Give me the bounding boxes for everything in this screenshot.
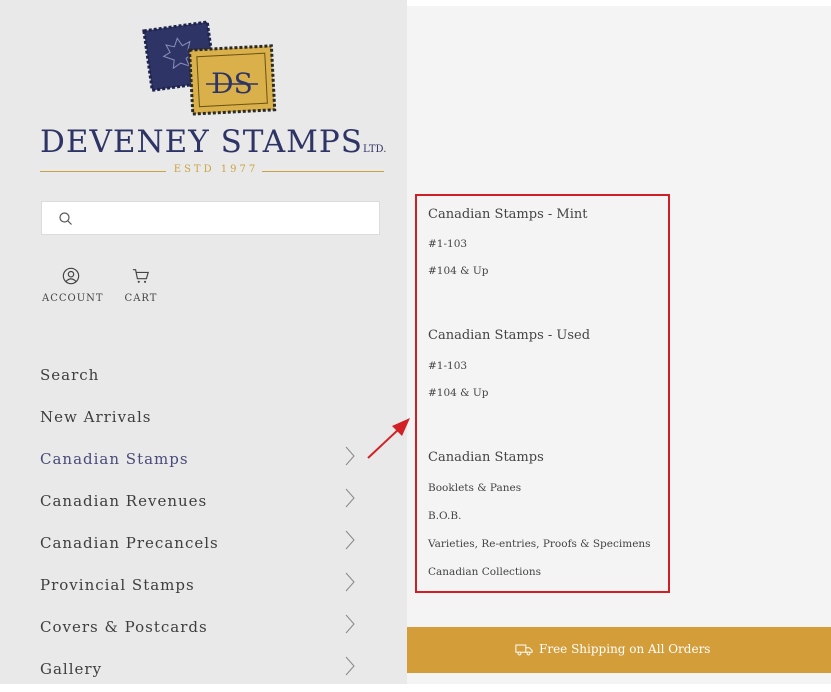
menu-item-canadian-revenues[interactable]: Canadian Revenues bbox=[40, 482, 370, 524]
account-icon bbox=[62, 267, 80, 285]
submenu-canadian-stamps: Canadian Stamps - Mint #1-103 #104 & Up … bbox=[415, 194, 670, 593]
menu-item-label: New Arrivals bbox=[40, 408, 152, 426]
chevron-right-icon bbox=[345, 488, 355, 508]
annotation-arrow-icon bbox=[367, 418, 410, 459]
brand-established: ESTD 1977 bbox=[40, 164, 384, 178]
cart-label: CART bbox=[124, 293, 158, 304]
menu-item-label: Canadian Precancels bbox=[40, 534, 219, 552]
submenu-heading[interactable]: Canadian Stamps - Used bbox=[428, 328, 590, 343]
brand-name: DEVENEY STAMPSLTD. bbox=[40, 124, 400, 160]
search-field[interactable] bbox=[41, 201, 380, 235]
chevron-right-icon bbox=[345, 572, 355, 592]
submenu-link[interactable]: Varieties, Re-entries, Proofs & Specimen… bbox=[428, 538, 651, 550]
truck-icon bbox=[515, 644, 533, 656]
established-text: ESTD 1977 bbox=[173, 164, 259, 175]
menu-item-label: Gallery bbox=[40, 660, 103, 678]
menu-item-gallery[interactable]: Gallery bbox=[40, 650, 370, 692]
chevron-right-icon bbox=[345, 614, 355, 634]
submenu-link[interactable]: #104 & Up bbox=[428, 387, 488, 399]
submenu-link[interactable]: Booklets & Panes bbox=[428, 482, 521, 494]
chevron-right-icon bbox=[345, 656, 355, 676]
cart-icon bbox=[132, 269, 149, 283]
brand-logo[interactable]: DS DEVENEY STAMPSLTD. ESTD 1977 bbox=[40, 18, 400, 178]
menu-item-new-arrivals[interactable]: New Arrivals bbox=[40, 398, 370, 440]
top-strip bbox=[407, 0, 831, 6]
submenu-link[interactable]: #1-103 bbox=[428, 360, 467, 372]
divider bbox=[40, 171, 166, 172]
menu-item-label: Provincial Stamps bbox=[40, 576, 195, 594]
banner-text: Free Shipping on All Orders bbox=[539, 642, 711, 656]
chevron-right-icon bbox=[345, 530, 355, 550]
divider bbox=[262, 171, 384, 172]
submenu-link[interactable]: B.O.B. bbox=[428, 510, 461, 522]
brand-name-text: DEVENEY STAMPS bbox=[40, 124, 364, 160]
menu-item-label: Canadian Stamps bbox=[40, 450, 189, 468]
search-icon bbox=[59, 212, 72, 225]
submenu-link[interactable]: Canadian Collections bbox=[428, 566, 541, 578]
submenu-link[interactable]: #104 & Up bbox=[428, 265, 488, 277]
submenu-heading[interactable]: Canadian Stamps bbox=[428, 450, 544, 465]
menu-item-provincial-stamps[interactable]: Provincial Stamps bbox=[40, 566, 370, 608]
menu-item-covers-postcards[interactable]: Covers & Postcards bbox=[40, 608, 370, 650]
cart-link[interactable]: CART bbox=[120, 267, 162, 312]
menu-item-canadian-precancels[interactable]: Canadian Precancels bbox=[40, 524, 370, 566]
menu-item-canadian-stamps[interactable]: Canadian Stamps bbox=[40, 440, 370, 482]
chevron-right-icon bbox=[345, 446, 355, 466]
menu-item-label: Canadian Revenues bbox=[40, 492, 208, 510]
menu-item-search[interactable]: Search bbox=[40, 356, 370, 398]
submenu-link[interactable]: #1-103 bbox=[428, 238, 467, 250]
search-input[interactable] bbox=[82, 206, 376, 232]
submenu-heading[interactable]: Canadian Stamps - Mint bbox=[428, 207, 587, 222]
account-link[interactable]: ACCOUNT bbox=[42, 267, 103, 312]
menu-item-label: Search bbox=[40, 366, 100, 384]
stamps-logo-icon: DS bbox=[142, 20, 277, 116]
brand-suffix: LTD. bbox=[363, 144, 387, 155]
account-label: ACCOUNT bbox=[42, 293, 104, 304]
menu-item-label: Covers & Postcards bbox=[40, 618, 208, 636]
shipping-banner: Free Shipping on All Orders bbox=[407, 627, 831, 673]
sidebar: DS DEVENEY STAMPSLTD. ESTD 1977 ACCOUNT bbox=[0, 0, 407, 684]
